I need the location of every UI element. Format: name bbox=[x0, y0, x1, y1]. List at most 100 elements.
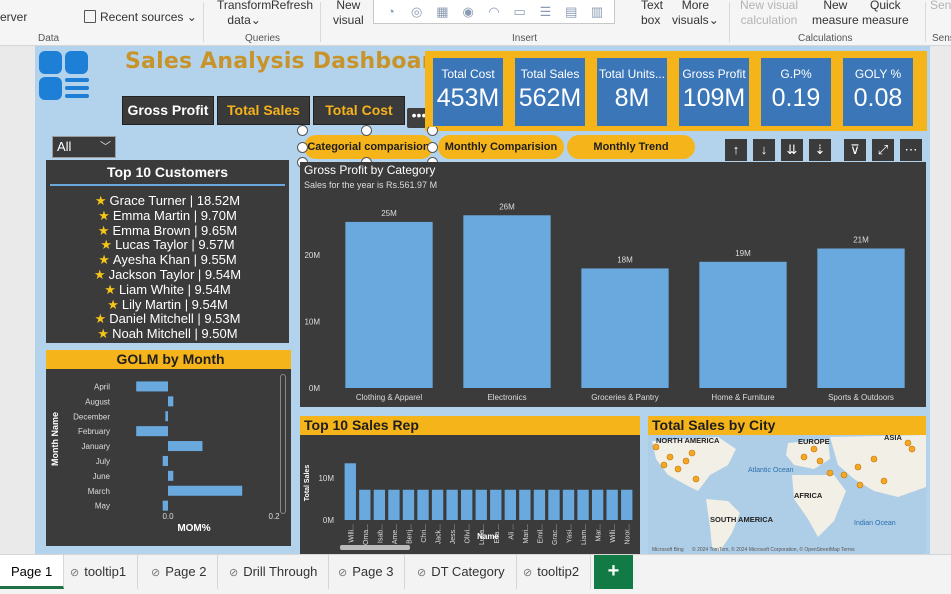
page-tab[interactable]: ⊘ tooltip1 bbox=[59, 555, 139, 589]
sales-rep-scrollbar[interactable] bbox=[340, 545, 410, 550]
category-bar[interactable] bbox=[345, 221, 433, 388]
sales-rep-bar[interactable] bbox=[591, 489, 604, 520]
donut-chart-icon[interactable]: ◎ bbox=[409, 4, 424, 19]
drill-up-icon[interactable]: ↑ bbox=[725, 139, 747, 161]
city-bubble[interactable] bbox=[880, 477, 888, 485]
toggle-total-sales[interactable]: Total Sales bbox=[217, 96, 310, 125]
page-tab[interactable]: ⊘ DT Category bbox=[406, 555, 517, 589]
category-bar[interactable] bbox=[463, 215, 551, 388]
sales-rep-bar[interactable] bbox=[548, 489, 560, 520]
golm-bar[interactable] bbox=[162, 455, 168, 466]
sales-rep-bar[interactable] bbox=[373, 489, 386, 520]
golm-scrollbar[interactable] bbox=[280, 374, 286, 514]
city-bubble[interactable] bbox=[652, 443, 660, 451]
new-visual-button[interactable]: New visual bbox=[333, 0, 364, 28]
text-box-button[interactable]: Text box bbox=[641, 0, 663, 28]
card-icon[interactable]: ▭ bbox=[512, 4, 527, 19]
sales-rep-bar[interactable] bbox=[562, 489, 575, 520]
sales-rep-bar[interactable] bbox=[359, 489, 371, 520]
sales-rep-bar[interactable] bbox=[475, 489, 487, 520]
toggle-gross-profit[interactable]: Gross Profit bbox=[122, 96, 214, 125]
city-bubble[interactable] bbox=[682, 457, 690, 465]
add-page-button[interactable]: + bbox=[594, 555, 633, 589]
more-visuals-button[interactable]: More visuals⌄ bbox=[672, 0, 719, 28]
expand-hierarchy-icon[interactable]: ⇣ bbox=[809, 139, 831, 161]
pill-monthly-trend[interactable]: Monthly Trend bbox=[567, 135, 695, 159]
golm-bar[interactable] bbox=[168, 470, 174, 481]
sales-rep-bar[interactable] bbox=[402, 489, 415, 520]
selection-handle[interactable] bbox=[297, 142, 308, 153]
toggle-total-cost[interactable]: Total Cost bbox=[313, 96, 405, 125]
sales-rep-bar[interactable] bbox=[417, 489, 429, 520]
pill-categorial-comparision[interactable]: Categorial comparision bbox=[304, 135, 433, 159]
sales-rep-bar[interactable] bbox=[533, 489, 546, 520]
category-bar[interactable] bbox=[817, 248, 905, 389]
server-button[interactable]: erver bbox=[0, 10, 27, 25]
city-bubble[interactable] bbox=[666, 453, 674, 461]
treemap-icon[interactable]: ▦ bbox=[435, 4, 450, 19]
matrix-icon[interactable]: ▥ bbox=[590, 4, 605, 19]
pie-chart-icon[interactable]: ◔ bbox=[383, 4, 398, 19]
city-bubble[interactable] bbox=[816, 457, 824, 465]
city-bubble[interactable] bbox=[840, 471, 848, 479]
recent-sources-button[interactable]: Recent sources ⌄ bbox=[84, 10, 197, 25]
city-bubble[interactable] bbox=[688, 449, 696, 457]
multi-row-card-icon[interactable]: ☰ bbox=[538, 4, 553, 19]
new-visual-calculation-button[interactable]: New visual calculation bbox=[740, 0, 798, 28]
category-bar[interactable] bbox=[699, 261, 787, 388]
golm-bar[interactable] bbox=[136, 426, 168, 437]
go-to-next-level-icon[interactable]: ⇊ bbox=[781, 139, 803, 161]
sales-rep-bar[interactable] bbox=[577, 489, 589, 520]
golm-bar[interactable] bbox=[136, 381, 168, 392]
sales-rep-bar[interactable] bbox=[461, 489, 473, 520]
focus-mode-icon[interactable]: ⤢ bbox=[872, 139, 894, 161]
sales-rep-bar[interactable] bbox=[388, 489, 400, 520]
selection-handle[interactable] bbox=[361, 125, 372, 136]
sales-rep-bar[interactable] bbox=[490, 489, 502, 520]
city-bubble[interactable] bbox=[856, 481, 864, 489]
quick-measure-button[interactable]: Quick measure bbox=[862, 0, 909, 28]
sensitivity-button[interactable]: Sens bbox=[930, 0, 951, 13]
city-bubble[interactable] bbox=[904, 439, 912, 447]
sales-rep-bar[interactable] bbox=[621, 489, 633, 520]
sales-rep-bar[interactable] bbox=[431, 489, 444, 520]
table-icon[interactable]: ▤ bbox=[564, 4, 579, 19]
filter-icon[interactable]: ⊽ bbox=[844, 139, 866, 161]
category-bar[interactable] bbox=[581, 268, 669, 388]
page-tab[interactable]: Page 1 bbox=[0, 555, 65, 589]
golm-bar[interactable] bbox=[165, 411, 168, 422]
city-bubble[interactable] bbox=[826, 469, 834, 477]
sales-rep-bar[interactable] bbox=[504, 489, 516, 520]
gauge-icon[interactable]: ◠ bbox=[486, 4, 501, 19]
map-icon[interactable]: ◉ bbox=[461, 4, 476, 19]
new-measure-button[interactable]: New measure bbox=[812, 0, 859, 28]
page-tab[interactable]: ⊘ Drill Through bbox=[218, 555, 330, 589]
refresh-button[interactable]: Refresh bbox=[271, 0, 313, 13]
city-bubble[interactable] bbox=[908, 445, 916, 453]
golm-bar[interactable] bbox=[168, 485, 243, 496]
golm-bar[interactable] bbox=[162, 500, 168, 511]
page-tab[interactable]: ⊘ Page 3 bbox=[327, 555, 406, 589]
page-tab[interactable]: ⊘ Page 2 bbox=[140, 555, 219, 589]
more-options-icon[interactable]: ⋯ bbox=[900, 139, 922, 161]
selection-handle[interactable] bbox=[297, 125, 308, 136]
city-bubble[interactable] bbox=[810, 445, 818, 453]
sales-rep-bar[interactable] bbox=[446, 489, 458, 520]
selection-handle[interactable] bbox=[427, 142, 438, 153]
golm-bar[interactable] bbox=[168, 396, 174, 407]
page-tab[interactable]: ⊘ tooltip2 bbox=[512, 555, 592, 589]
category-slicer-dropdown[interactable]: All ﹀ bbox=[52, 136, 116, 158]
city-bubble[interactable] bbox=[870, 455, 878, 463]
pill-monthly-comparision[interactable]: Monthly Comparision bbox=[438, 135, 564, 159]
golm-bar[interactable] bbox=[168, 441, 203, 452]
city-bubble[interactable] bbox=[674, 465, 682, 473]
sales-rep-bar[interactable] bbox=[606, 489, 618, 520]
transform-data-button[interactable]: Transform data⌄ bbox=[217, 0, 271, 28]
city-bubble[interactable] bbox=[854, 463, 862, 471]
city-bubble[interactable] bbox=[660, 461, 668, 469]
city-bubble[interactable] bbox=[692, 475, 700, 483]
sales-rep-bar[interactable] bbox=[344, 463, 356, 520]
city-bubble[interactable] bbox=[800, 453, 808, 461]
drill-down-icon[interactable]: ↓ bbox=[753, 139, 775, 161]
sales-map[interactable]: NORTH AMERICA EUROPE ASIA Atlantic Ocean AFR… bbox=[648, 435, 926, 554]
